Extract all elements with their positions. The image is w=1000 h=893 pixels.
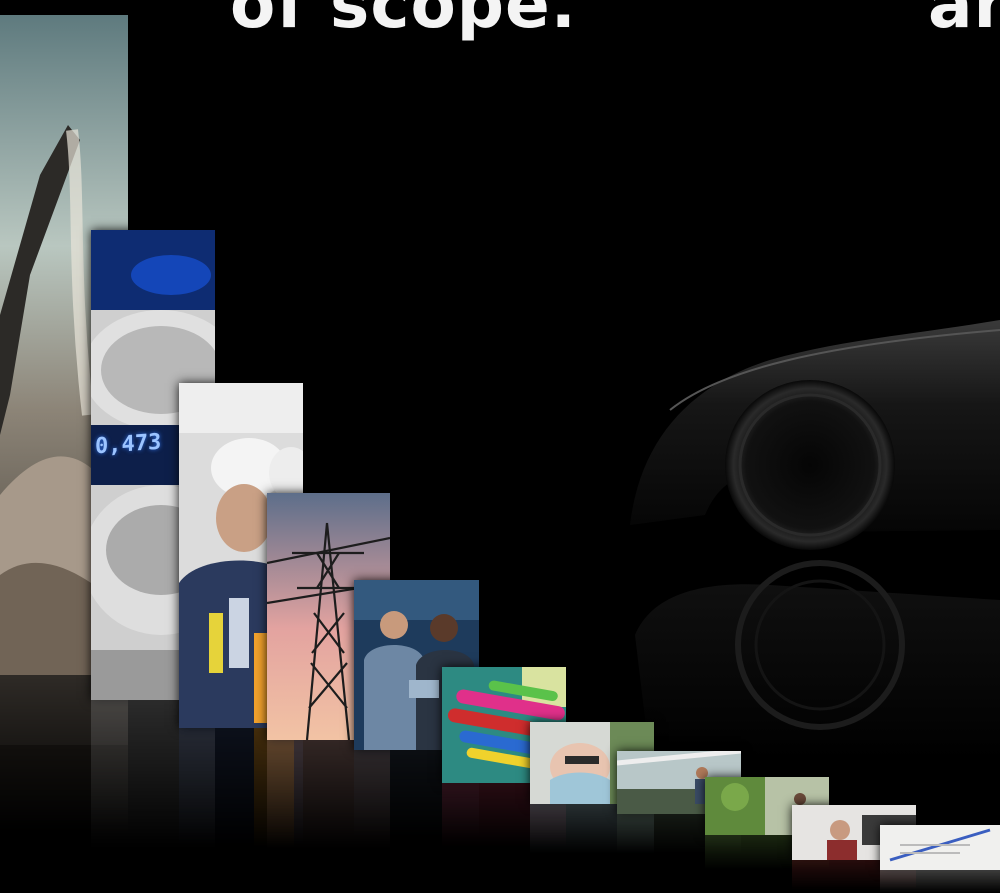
headline-right: an: [928, 0, 1000, 43]
headline-left: of scope.: [230, 0, 577, 43]
car-silhouette: [630, 320, 1000, 760]
photo-paperwork: [880, 825, 1000, 870]
can-volume-text: 0,473: [95, 429, 162, 460]
